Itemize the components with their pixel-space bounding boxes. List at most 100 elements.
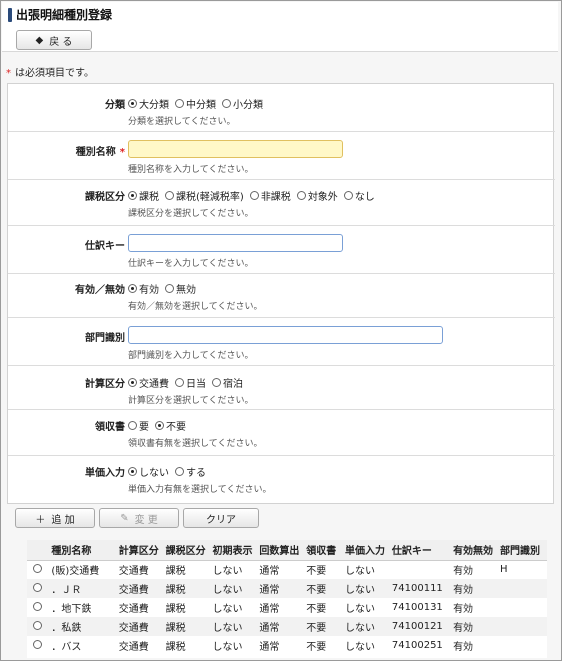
- col-header: 初期表示: [210, 540, 258, 561]
- edit-button[interactable]: ✎ 変 更: [99, 508, 179, 528]
- enabled-option-1[interactable]: 無効: [165, 281, 196, 296]
- table-cell: ．地下鉄: [51, 604, 92, 615]
- table-row[interactable]: ．バス 交通費 課税 しない 通常 不要 しない 74100251 有効: [27, 636, 547, 655]
- radio-icon: [296, 191, 306, 200]
- option-label: 大分類: [139, 100, 169, 111]
- row-select-cell[interactable]: [27, 598, 49, 617]
- back-button-label: 戻 る: [49, 36, 73, 48]
- table-cell: 74100111: [389, 579, 452, 598]
- radio-icon: [175, 378, 184, 387]
- row-select-cell[interactable]: [27, 617, 50, 636]
- category-option-1[interactable]: 中分類: [175, 96, 216, 111]
- tax-option-3[interactable]: 対象外: [296, 188, 338, 203]
- table-row[interactable]: ．私鉄 交通費 課税 しない 通常 不要 しない 74100121 有効: [27, 617, 547, 636]
- type-name-input[interactable]: [128, 140, 343, 158]
- table-header-row: 種別名称 計算区分 課税区分 初期表示 回数算出 領収書 単価入力 仕訳キー 有…: [27, 540, 547, 561]
- radio-icon: [128, 421, 137, 430]
- option-label: 有効: [139, 285, 159, 296]
- add-button-label: 追 加: [51, 514, 75, 526]
- clear-button-label: クリア: [206, 514, 236, 526]
- table-cell: 通常: [257, 579, 305, 598]
- tax-option-0[interactable]: 課税: [128, 188, 159, 203]
- journal-key-help: 仕訳キーを入力してください。: [128, 259, 254, 269]
- table-cell: しない: [212, 642, 243, 653]
- calc-option-2[interactable]: 宿泊: [212, 375, 243, 390]
- unit-price-option-0[interactable]: しない: [128, 464, 169, 479]
- arrow-left-icon: ◆: [35, 34, 44, 46]
- table-cell: しない: [345, 604, 375, 615]
- calc-category-help: 計算区分を選択してください。: [128, 396, 254, 406]
- option-label: 対象外: [307, 192, 338, 203]
- col-header: 有効無効: [451, 540, 498, 561]
- tax-option-1[interactable]: 課税(軽減税率): [165, 188, 244, 203]
- required-note: * は必須項目です。: [6, 64, 94, 79]
- enabled-label: 有効／無効: [75, 285, 125, 296]
- table-cell: 不要: [306, 604, 327, 615]
- table-cell: 不要: [306, 642, 327, 653]
- radio-icon: [128, 191, 137, 200]
- radio-icon[interactable]: [33, 563, 42, 573]
- enabled-help: 有効／無効を選択してください。: [128, 302, 263, 312]
- radio-icon: [175, 99, 184, 108]
- radio-icon[interactable]: [33, 620, 42, 630]
- table-row[interactable]: ．ＪＲ 交通費 課税 しない 通常 不要 しない 74100111 有効: [27, 579, 547, 598]
- row-select-cell[interactable]: [27, 636, 49, 655]
- table-cell: [390, 560, 451, 579]
- calc-option-1[interactable]: 日当: [175, 375, 206, 390]
- table-row[interactable]: ．地下鉄 交通費 課税 しない 通常 不要 しない 74100131 有効: [27, 598, 547, 617]
- required-star: *: [119, 147, 125, 158]
- category-option-2[interactable]: 小分類: [222, 96, 263, 111]
- tax-category-label: 課税区分: [85, 192, 125, 203]
- receipt-option-1[interactable]: 不要: [155, 418, 186, 433]
- table-cell: 交通費: [118, 566, 149, 578]
- table-row[interactable]: (販)交通費 交通費 課税 しない 通常 不要 しない 有効 H: [27, 560, 547, 579]
- radio-icon[interactable]: [33, 601, 42, 611]
- type-name-label: 種別名称 *: [76, 143, 125, 158]
- page-header: 出張明細種別登録 ◆ 戻 る: [2, 2, 558, 52]
- category-radio-group: 大分類 中分類 小分類: [128, 96, 263, 111]
- radio-icon[interactable]: [33, 639, 42, 649]
- radio-icon[interactable]: [33, 582, 42, 592]
- receipt-option-0[interactable]: 要: [128, 418, 149, 433]
- table-cell: 交通費: [118, 642, 149, 653]
- row-calc-category: 計算区分 交通費 日当 宿泊 計算区分を選択してください。: [8, 366, 555, 410]
- table-cell: しない: [345, 642, 375, 653]
- edit-button-label: 変 更: [134, 514, 158, 526]
- radio-icon: [165, 191, 174, 200]
- table-cell: 有効: [453, 642, 474, 653]
- tax-option-4[interactable]: なし: [343, 188, 375, 203]
- unit-price-help: 単価入力有無を選択してください。: [128, 485, 272, 495]
- journal-key-input[interactable]: [128, 234, 343, 252]
- option-label: しない: [139, 468, 169, 479]
- add-button[interactable]: ＋ 追 加: [15, 508, 95, 528]
- table-cell: ．バス: [51, 642, 82, 653]
- option-label: 宿泊: [223, 379, 243, 390]
- dept-id-input[interactable]: [128, 326, 443, 344]
- tax-option-2[interactable]: 非課税: [249, 188, 291, 203]
- row-select-cell[interactable]: [27, 579, 50, 598]
- option-label: する: [186, 468, 206, 479]
- back-button[interactable]: ◆ 戻 る: [16, 30, 92, 50]
- category-option-0[interactable]: 大分類: [128, 96, 169, 111]
- pencil-icon: ✎: [120, 512, 129, 524]
- unit-price-option-1[interactable]: する: [175, 464, 206, 479]
- table-cell: しない: [210, 579, 258, 598]
- row-select-cell[interactable]: [27, 560, 49, 579]
- radio-icon: [128, 99, 137, 108]
- receipt-help: 領収書有無を選択してください。: [128, 439, 263, 449]
- dept-id-help: 部門識別を入力してください。: [128, 351, 254, 361]
- receipt-label: 領収書: [95, 422, 125, 433]
- enabled-option-0[interactable]: 有効: [128, 281, 159, 296]
- row-unit-price: 単価入力 しない する 単価入力有無を選択してください。: [8, 456, 555, 503]
- dept-id-label: 部門識別: [85, 333, 125, 344]
- row-category: 分類 大分類 中分類 小分類 分類を選択してください。: [8, 84, 555, 132]
- table-cell: しない: [212, 604, 243, 615]
- col-header: 計算区分: [116, 540, 164, 561]
- table-cell: ．ＪＲ: [49, 579, 117, 598]
- calc-option-0[interactable]: 交通費: [128, 375, 169, 390]
- table-cell: しない: [212, 566, 243, 578]
- row-tax-category: 課税区分 課税 課税(軽減税率) 非課税 対象外 なし 課税区分を選択してくださ…: [8, 180, 555, 226]
- option-label: 課税(軽減税率): [176, 192, 244, 203]
- clear-button[interactable]: クリア: [183, 508, 259, 528]
- table-cell: [498, 598, 547, 617]
